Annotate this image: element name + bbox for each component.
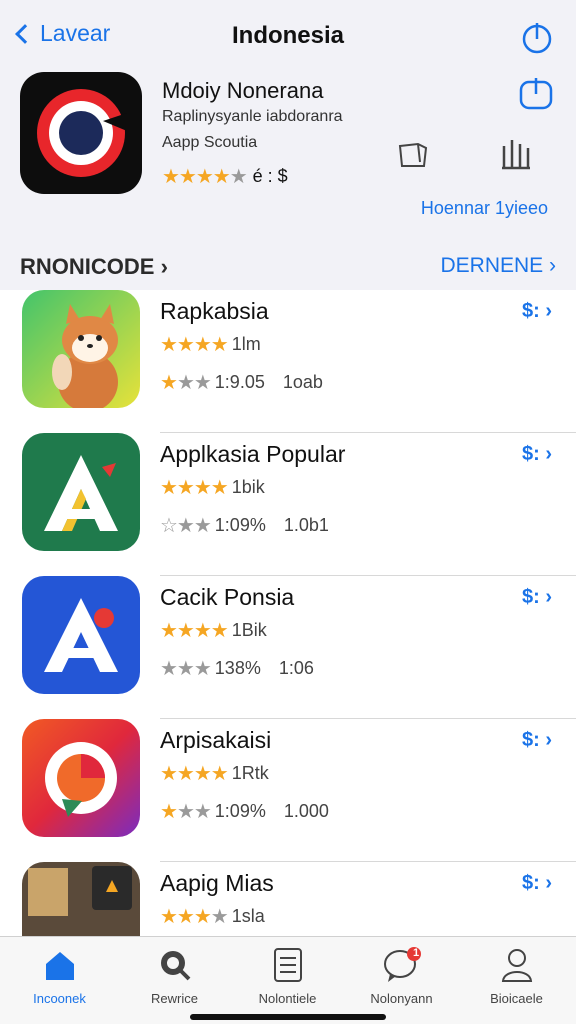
app-rating: ★★★★ 1Rtk	[160, 761, 269, 786]
gift-icon	[398, 142, 428, 167]
featured-app-rating: ★★★★★ é : $	[162, 164, 288, 189]
tab-label: Incoonek	[33, 991, 86, 1006]
person-icon	[501, 949, 532, 982]
app-meta-value: 1:9.05	[214, 372, 265, 392]
tab-label: Bioicaele	[490, 991, 543, 1006]
app-rating-count: 1bik	[231, 477, 265, 497]
app-meta-value: 1:09%	[214, 801, 266, 821]
list-item[interactable]: Rapkabsia ★★★★ 1lm ★★★ 1:9.05 1oab $: ›	[0, 290, 576, 433]
featured-rating-text: é : $	[252, 166, 288, 186]
featured-link[interactable]: Hoennar 1yieeo	[421, 198, 548, 219]
price-label: $:	[521, 443, 540, 465]
swirl-app-icon	[22, 719, 140, 837]
notification-badge: 1	[413, 947, 420, 959]
section-link[interactable]: DERNENE ›	[440, 254, 556, 278]
app-meta-extra: 1.000	[283, 801, 329, 821]
gift-button[interactable]	[396, 136, 430, 175]
tab-document[interactable]: Nolontiele	[230, 945, 345, 1006]
document-icon	[273, 948, 302, 982]
price-button[interactable]: $: ›	[522, 443, 552, 466]
app-rating-count: 1Rtk	[231, 763, 269, 783]
app-rating: ★★★★ 1sla	[160, 904, 265, 929]
share-icon	[519, 78, 553, 110]
star-rating-icon: ★★★	[160, 658, 212, 680]
price-label: $:	[521, 872, 540, 894]
tab-label: Nolonyann	[370, 991, 433, 1006]
app-rating: ★★★★ 1lm	[160, 332, 261, 357]
section-link-label: DERNENE	[440, 254, 544, 277]
app-rating: ★★★★ 1bik	[160, 475, 265, 500]
letter-a-app-icon	[22, 433, 140, 551]
home-icon	[45, 952, 74, 980]
tab-profile[interactable]: Bioicaele	[459, 945, 574, 1006]
stats-button[interactable]	[498, 136, 534, 177]
home-indicator[interactable]	[190, 1014, 386, 1020]
chart-icon	[502, 140, 530, 170]
list-item[interactable]: Applkasia Popular ★★★★ 1bik ☆★★ 1:09% 1.…	[0, 433, 576, 576]
price-button[interactable]: $: ›	[522, 586, 552, 609]
app-rating-count: 1Bik	[231, 620, 267, 640]
price-button[interactable]: $: ›	[522, 300, 552, 323]
tab-label: Rewrice	[151, 991, 198, 1006]
app-meta-extra: 1oab	[282, 372, 323, 392]
photo-app-icon	[22, 862, 140, 936]
app-meta-extra: 1:06	[278, 658, 314, 678]
star-rating-icon: ★★★★	[160, 477, 229, 499]
star-rating-icon: ★★★★	[160, 763, 229, 785]
app-name: Applkasia Popular	[160, 441, 346, 467]
price-button[interactable]: $: ›	[522, 729, 552, 752]
app-rating-count: 1lm	[231, 334, 261, 354]
section-header: RNONICODE › DERNENE ›	[0, 250, 576, 284]
blue-a-app-icon	[22, 576, 140, 694]
app-name: Aapig Mias	[160, 870, 274, 896]
star-rating-icon: ★★★★★	[162, 166, 248, 188]
page-title: Indonesia	[231, 22, 345, 49]
price-label: $:	[521, 586, 540, 608]
app-rating-count: 1sla	[231, 906, 265, 926]
app-meta: ★★★ 138% 1:06	[160, 656, 314, 681]
app-meta: ★★★ 1:09% 1.000	[160, 799, 329, 824]
navigation-bar: Lavear Indonesia	[0, 0, 576, 72]
app-meta: ★★★ 1:9.05 1oab	[160, 370, 323, 395]
app-meta-extra: 1.0b1	[283, 515, 329, 535]
price-label: $:	[521, 729, 540, 751]
app-meta-value: 1:09%	[214, 515, 266, 535]
price-button[interactable]: $: ›	[522, 872, 552, 895]
featured-app-icon[interactable]	[20, 72, 142, 194]
featured-app-subtitle: Raplinysyanle iabdoranra	[162, 108, 343, 125]
share-button[interactable]	[520, 20, 554, 59]
tab-search[interactable]: Rewrice	[117, 945, 232, 1006]
star-rating-icon: ★★★	[160, 372, 212, 394]
section-title-button[interactable]: RNONICODE ›	[20, 254, 168, 280]
tab-home[interactable]: Incoonek	[2, 945, 117, 1006]
price-label: $:	[521, 300, 540, 322]
featured-app-name: Mdoiy Nonerana	[162, 78, 324, 103]
star-rating-icon: ★★★★	[160, 906, 229, 928]
tab-label: Nolontiele	[258, 991, 317, 1006]
app-list: Rapkabsia ★★★★ 1lm ★★★ 1:9.05 1oab $: › …	[0, 290, 576, 936]
target-logo-icon	[37, 89, 127, 177]
list-item[interactable]: Cacik Ponsia ★★★★ 1Bik ★★★ 138% 1:06 $: …	[0, 576, 576, 719]
section-title: RNONICODE	[20, 254, 155, 279]
search-icon	[160, 951, 190, 981]
list-item[interactable]: Arpisakaisi ★★★★ 1Rtk ★★★ 1:09% 1.000 $:…	[0, 719, 576, 862]
featured-app: Mdoiy Nonerana Raplinysyanle iabdoranra …	[0, 68, 576, 238]
app-name: Rapkabsia	[160, 298, 269, 324]
app-name: Arpisakaisi	[160, 727, 272, 753]
app-meta: ☆★★ 1:09% 1.0b1	[160, 513, 329, 538]
list-item[interactable]: Aapig Mias ★★★★ 1sla $: ›	[0, 862, 576, 936]
app-meta-value: 138%	[214, 658, 261, 678]
share-icon	[522, 23, 552, 54]
featured-app-category: Aapp Scoutia	[162, 134, 258, 151]
star-rating-icon: ☆★★	[160, 515, 212, 537]
star-rating-icon: ★★★★	[160, 334, 229, 356]
app-rating: ★★★★ 1Bik	[160, 618, 267, 643]
app-name: Cacik Ponsia	[160, 584, 295, 610]
star-rating-icon: ★★★★	[160, 620, 229, 642]
featured-share-button[interactable]	[518, 76, 554, 117]
tab-bar: Incoonek Rewrice Nolontiele 1 Nolonyann …	[0, 936, 576, 1024]
cat-app-icon	[22, 290, 140, 408]
tab-chat[interactable]: 1 Nolonyann	[344, 945, 459, 1006]
star-rating-icon: ★★★	[160, 801, 212, 823]
